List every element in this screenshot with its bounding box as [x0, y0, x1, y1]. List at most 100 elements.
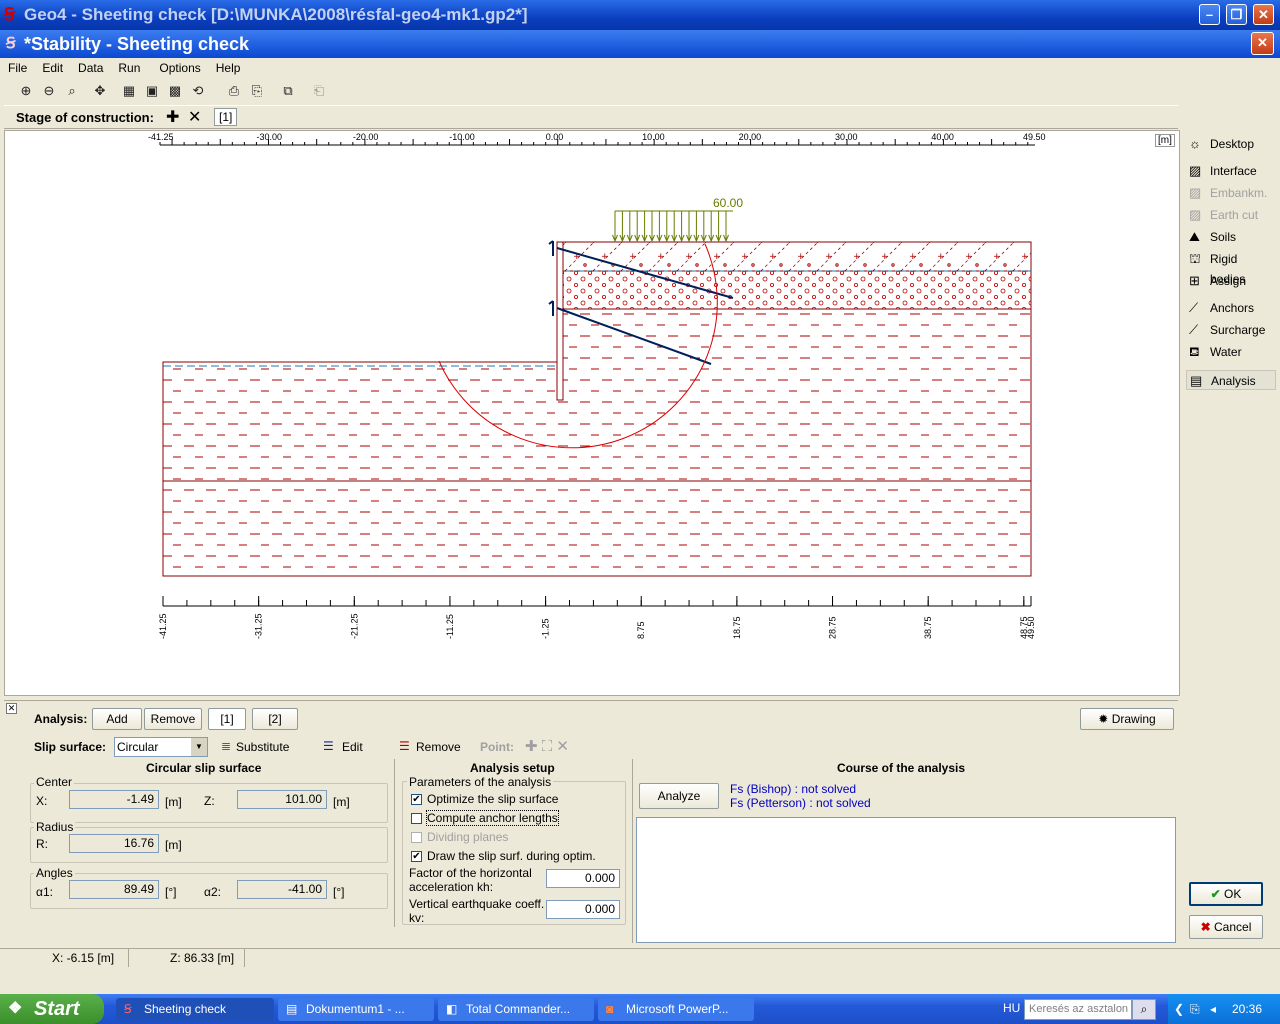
- menu-data[interactable]: Data: [70, 58, 110, 75]
- panel-desktop[interactable]: ☼ Desktop: [1186, 134, 1276, 154]
- z-unit: [m]: [333, 795, 350, 809]
- zoom-window-icon[interactable]: ⌕: [62, 81, 82, 101]
- z-label: Z:: [204, 794, 215, 808]
- status-x: X: -6.15 [m]: [52, 951, 115, 965]
- surcharge-icon: ⟋: [1189, 322, 1199, 337]
- panel-assign[interactable]: ⊞ Assign: [1186, 271, 1276, 291]
- alpha1-field[interactable]: 89.49: [69, 880, 159, 899]
- pan-icon[interactable]: ✥: [90, 81, 110, 101]
- search-icon[interactable]: ⌕: [1132, 999, 1156, 1020]
- optimize-checkbox[interactable]: ✔: [411, 794, 422, 805]
- substitute-button[interactable]: Substitute: [236, 740, 289, 754]
- cancel-button[interactable]: ✖ Cancel: [1189, 915, 1263, 939]
- zoom-out-icon[interactable]: ⊖: [39, 81, 59, 101]
- geo4-logo-icon: Ꞩ: [4, 5, 15, 24]
- menu-options[interactable]: Options: [147, 58, 207, 75]
- add-analysis-button[interactable]: Add: [92, 708, 142, 730]
- panel-water[interactable]: ⛾ Water: [1186, 342, 1276, 362]
- kv-field[interactable]: 0.000: [546, 900, 620, 919]
- zoom-in-icon[interactable]: ⊕: [16, 81, 36, 101]
- add-stage-icon[interactable]: ✚: [166, 107, 179, 127]
- ruler-label: -31.25: [254, 613, 264, 639]
- ok-button[interactable]: ✔ OK: [1189, 882, 1263, 906]
- ruler-label: -10.00: [449, 132, 475, 142]
- center-x-field[interactable]: -1.49: [69, 790, 159, 809]
- task-powerpoint[interactable]: ◙ Microsoft PowerP...: [598, 998, 754, 1021]
- panel-surcharge[interactable]: ⟋ Surcharge: [1186, 320, 1276, 340]
- stage-bar: Stage of construction: ✚ ✕ [1]: [4, 105, 1178, 129]
- windows-logo-icon: ❖: [8, 1000, 23, 1017]
- zoom-fit-icon[interactable]: ▣: [142, 81, 162, 101]
- panel-analysis[interactable]: ▤ Analysis: [1186, 370, 1276, 390]
- stage-tab-1[interactable]: [1]: [214, 108, 238, 126]
- kh-field[interactable]: 0.000: [546, 869, 620, 888]
- task-total-commander[interactable]: ◧ Total Commander...: [438, 998, 594, 1021]
- ok-label: OK: [1224, 887, 1242, 901]
- menu-edit[interactable]: Edit: [34, 58, 70, 75]
- delete-stage-icon[interactable]: ✕: [188, 107, 201, 127]
- setup-title: Analysis setup: [470, 761, 555, 775]
- remove-icon: ☰: [399, 739, 410, 753]
- chevron-down-icon[interactable]: ▼: [191, 738, 207, 756]
- language-indicator[interactable]: HU: [1003, 1001, 1020, 1015]
- draw-slip-checkbox[interactable]: ✔: [411, 851, 422, 862]
- anchors-icon: ⟋: [1189, 300, 1199, 315]
- menu-file[interactable]: File: [0, 58, 34, 75]
- earth-cut-icon: ▨: [1189, 207, 1202, 222]
- panel-anchors[interactable]: ⟋ Anchors: [1186, 298, 1276, 318]
- ruler-label: 0.00: [546, 132, 564, 142]
- circular-title: Circular slip surface: [146, 761, 262, 775]
- drawing-button[interactable]: ✹ Drawing: [1080, 708, 1174, 730]
- analysis-tab-2[interactable]: [2]: [252, 708, 298, 730]
- angles-label: Angles: [34, 866, 75, 880]
- print-preview-icon[interactable]: ⎘: [247, 81, 267, 101]
- panel-label: Soils: [1210, 230, 1237, 244]
- panel-interface[interactable]: ▨ Interface: [1186, 161, 1276, 181]
- radius-field[interactable]: 16.76: [69, 834, 159, 853]
- interface-icon: ▨: [1189, 163, 1202, 178]
- network-icon[interactable]: ⎘: [1190, 994, 1200, 1024]
- zoom-previous-icon[interactable]: ⟲: [188, 81, 208, 101]
- analysis-label: Analysis:: [34, 712, 88, 726]
- menu-run[interactable]: Run: [110, 58, 147, 75]
- remove-slip-button[interactable]: Remove: [416, 740, 461, 754]
- point-label: Point:: [480, 740, 514, 754]
- desktop-search-input[interactable]: Keresés az asztalon: [1024, 999, 1132, 1020]
- zoom-extents-icon[interactable]: ▩: [165, 81, 185, 101]
- task-sheeting-check[interactable]: Ꞩ Sheeting check: [116, 998, 274, 1021]
- remove-analysis-button[interactable]: Remove: [144, 708, 202, 730]
- volume-icon[interactable]: ◂: [1210, 994, 1216, 1024]
- analysis-log[interactable]: [636, 817, 1176, 943]
- tray-arrow-icon[interactable]: ❮: [1174, 994, 1184, 1024]
- copy-icon[interactable]: ⧉: [278, 81, 298, 101]
- clock: 20:36: [1232, 1002, 1263, 1016]
- edit-button[interactable]: Edit: [342, 740, 363, 754]
- ruler-label: -21.25: [349, 613, 359, 639]
- analysis-icon: ▤: [1190, 373, 1203, 388]
- compute-anchor-checkbox[interactable]: [411, 813, 422, 824]
- panel-soils[interactable]: ⛰ Soils: [1186, 227, 1276, 247]
- panel-rigid-bodies[interactable]: ⛫ Rigid bodies: [1186, 249, 1276, 286]
- print-icon[interactable]: ⎙: [224, 81, 244, 101]
- start-button[interactable]: ❖ Start: [0, 994, 104, 1024]
- center-z-field[interactable]: 101.00: [237, 790, 327, 809]
- dialog-close-icon[interactable]: ✕: [1251, 32, 1274, 55]
- restore-icon[interactable]: ❐: [1226, 4, 1247, 25]
- task-word[interactable]: ▤ Dokumentum1 - ...: [278, 998, 434, 1021]
- task-label: Sheeting check: [144, 1002, 227, 1016]
- drawing-canvas[interactable]: + -41.25-30.00-20.00-10.000.0010.0020.00…: [4, 130, 1180, 696]
- alpha2-field[interactable]: -41.00: [237, 880, 327, 899]
- minimize-icon[interactable]: –: [1199, 4, 1220, 25]
- close-icon[interactable]: ✕: [1253, 4, 1274, 25]
- optimize-label: Optimize the slip surface: [427, 792, 559, 806]
- menu-help[interactable]: Help: [208, 58, 248, 75]
- panel-close-icon[interactable]: ✕: [6, 703, 17, 714]
- zoom-all-icon[interactable]: ▦: [119, 81, 139, 101]
- drawing-button-label: Drawing: [1111, 712, 1156, 726]
- analyze-button[interactable]: Analyze: [639, 783, 719, 809]
- a2-label: α2:: [204, 885, 221, 899]
- slip-surface-select[interactable]: Circular ▼: [114, 737, 208, 757]
- r-label: R:: [36, 837, 48, 851]
- model-drawing: + -41.25-30.00-20.00-10.000.0010.0020.00…: [148, 132, 1046, 639]
- analysis-tab-1[interactable]: [1]: [208, 708, 246, 730]
